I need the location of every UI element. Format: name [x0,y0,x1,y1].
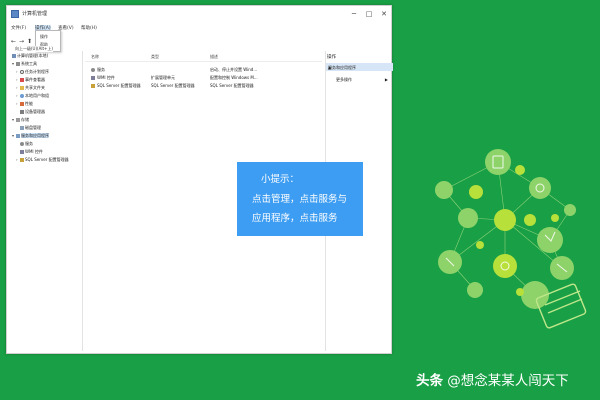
actions-section-header[interactable]: 服务和应用程序 ▲ [326,63,393,71]
hint-line-2: 应用程序，点击服务 [252,213,338,224]
row-services-name[interactable]: 服务 [97,67,149,73]
tree-item-label: 设备管理器 [25,109,45,114]
more-actions-item[interactable]: 更多操作 [336,77,352,83]
tree-item-device-manager[interactable]: 设备管理器 [16,109,45,115]
storage-icon [16,117,20,122]
gear-icon [20,141,24,146]
maximize-button[interactable]: □ [362,8,376,20]
tree-item-label: 任务计划程序 [25,69,49,74]
header-divider [85,61,322,62]
tree-item-performance[interactable]: › 性能 [16,101,33,107]
back-arrow-icon[interactable]: ← [11,39,17,45]
tree-item-label: 服务 [25,141,33,146]
forward-arrow-icon[interactable]: → [19,39,25,45]
menu-help[interactable]: 帮助(H) [81,25,97,31]
submenu-arrow-icon[interactable]: ▶ [385,77,388,82]
title-bar[interactable]: 计算机管理 ─ □ ✕ [7,6,391,23]
tree-item-shared-folders[interactable]: › 共享文件夹 [16,85,45,91]
hint-line-1: 点击管理，点击服务与 [252,194,348,205]
sql-server-icon [91,84,95,88]
column-header-description[interactable]: 描述 [210,54,218,60]
tree-item-label: 计算机管理(本地) [17,53,49,58]
hint-box: 小提示： 点击管理，点击服务与 应用程序，点击服务 [237,162,363,236]
lightbulb-network-graphic [435,149,587,329]
row-wmi-name[interactable]: WMI 控件 [97,75,149,81]
column-header-type[interactable]: 类型 [151,54,159,60]
close-button[interactable]: ✕ [377,8,391,20]
dropdown-item-action[interactable]: 操作 [40,34,48,40]
disk-icon [20,125,24,130]
tree-item-wmi-control[interactable]: WMI 控件 [16,149,43,155]
users-icon [20,93,24,98]
actions-title: 操作 [327,55,336,60]
row-sql-type: SQL Server 配置管理器 [151,83,195,88]
tree-item-services-and-applications[interactable]: ▾ 服务和应用程序 [12,133,49,139]
tree-item-computer-management[interactable]: 计算机管理(本地) [8,53,48,59]
row-sql-name[interactable]: SQL Server 配置管理器 [97,83,149,89]
tree-item-label: 存储 [21,117,29,122]
tree-item-services[interactable]: 服务 [16,141,33,147]
menu-bar: 文件(F) 操作(A) 查看(V) 帮助(H) [7,23,391,33]
tree-item-label: 事件查看器 [25,77,45,82]
tree-item-disk-management[interactable]: 磁盘管理 [16,125,41,131]
tree-item-label: 系统工具 [21,61,37,66]
watermark-author: @想念某某人闯天下 [447,373,569,389]
row-wmi-desc: 配置和控制 Windows M... [210,75,258,80]
column-header-name[interactable]: 名称 [91,54,99,60]
clock-icon [20,69,24,74]
watermark-brand: 头条 [416,373,443,389]
wmi-icon [91,76,95,80]
wmi-icon [20,149,24,154]
gear-icon [91,68,95,72]
collapse-triangle-icon[interactable]: ▲ [328,65,391,70]
navigation-tree: 计算机管理(本地) ▾ 系统工具 › 任务计划程序 › 事件查看器 › 共享文件夹 › 本… [7,51,83,351]
row-services-desc: 启动、停止并设置 Wind... [210,67,258,72]
sql-server-icon [20,157,24,162]
tree-item-label: SQL Server 配置管理器 [25,157,69,162]
tree-item-label: 共享文件夹 [25,85,45,90]
computer-management-icon [11,10,19,18]
up-level-icon[interactable]: ⬆ [27,39,33,45]
tree-item-label: 本地用户和组 [25,93,49,98]
minimize-button[interactable]: ─ [347,8,361,20]
performance-icon [20,101,24,106]
window-title: 计算机管理 [22,11,48,17]
system-tools-icon [16,61,20,66]
event-viewer-icon [20,77,24,82]
tree-item-event-viewer[interactable]: › 事件查看器 [16,77,45,83]
tree-item-storage[interactable]: ▾ 存储 [12,117,29,123]
menu-file[interactable]: 文件(F) [11,25,26,31]
tree-item-label: 性能 [25,101,33,106]
tree-item-label: 磁盘管理 [25,125,41,130]
tree-item-label: WMI 控件 [25,149,43,154]
tree-item-label: 服务和应用程序 [21,133,49,138]
row-sql-desc: SQL Server 配置管理器 [210,83,254,88]
tree-item-task-scheduler[interactable]: › 任务计划程序 [16,69,49,75]
services-applications-icon [16,133,20,138]
tree-item-system-tools[interactable]: ▾ 系统工具 [12,61,37,67]
tree-item-sql-server-config[interactable]: › SQL Server 配置管理器 [16,157,69,163]
toolbar: ← → ⬆ [7,36,391,48]
device-manager-icon [20,109,24,114]
hint-title: 小提示： [261,174,300,185]
watermark: 头条 @想念某某人闯天下 [416,369,569,389]
tree-item-local-users[interactable]: › 本地用户和组 [16,93,49,99]
computer-icon [12,53,16,58]
row-wmi-type: 扩展管理单元 [151,75,175,80]
folder-icon [20,85,24,90]
